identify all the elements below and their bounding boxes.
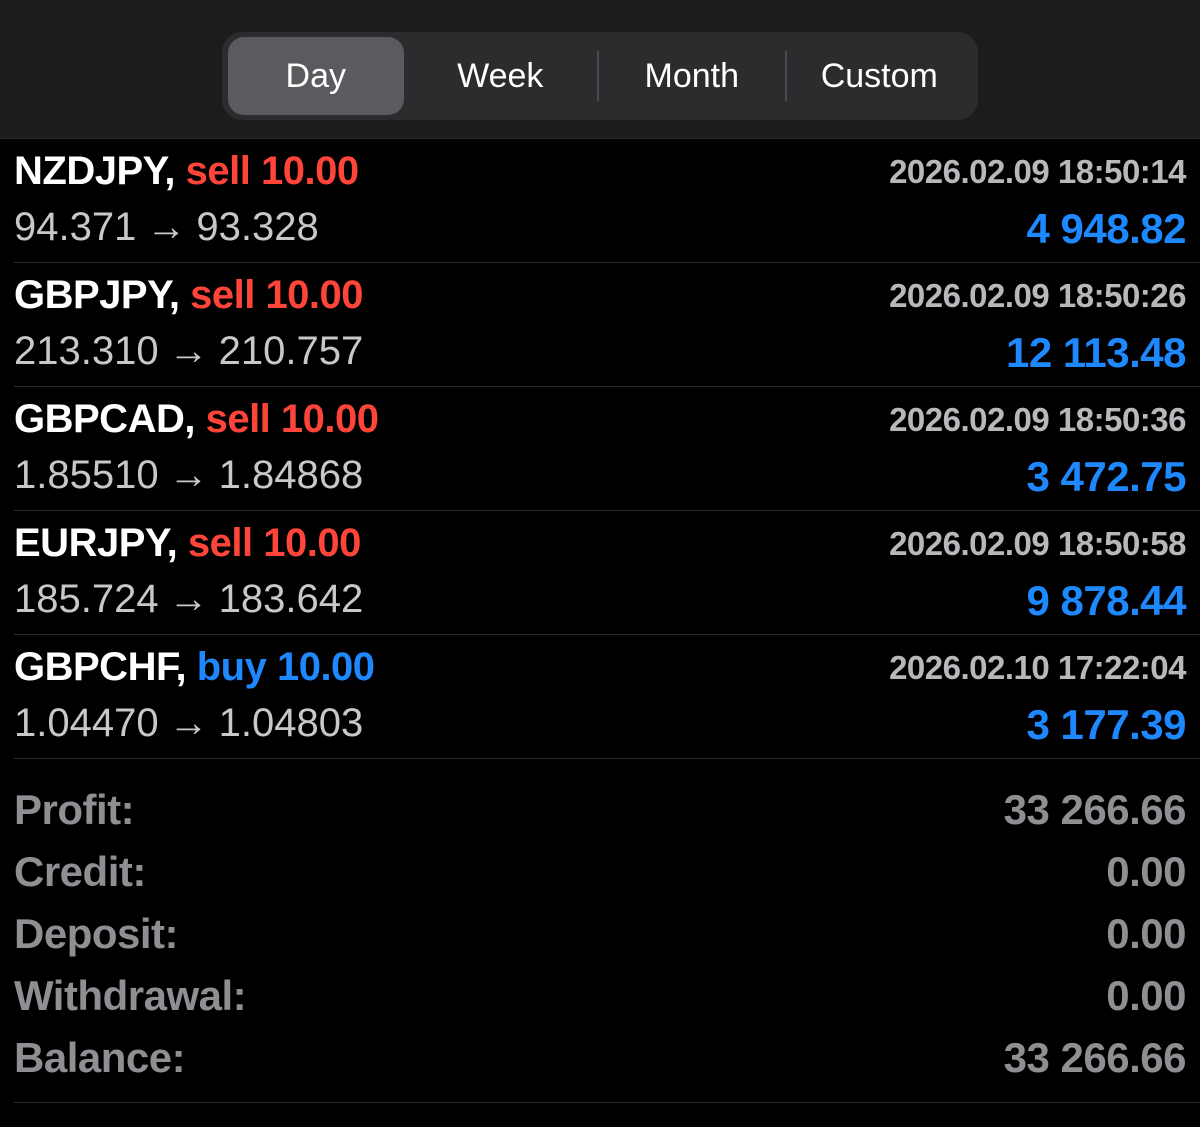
deal-open-price: 1.85510 bbox=[14, 453, 159, 497]
deal-volume: 10.00 bbox=[260, 149, 359, 193]
summary-balance-row: Balance: 33 266.66 bbox=[14, 1028, 1200, 1090]
deal-symbol: GBPCAD, bbox=[14, 397, 195, 441]
summary-profit-value: 33 266.66 bbox=[1003, 786, 1187, 833]
summary-profit-label: Profit: bbox=[14, 786, 135, 833]
deal-close-price: 1.84868 bbox=[218, 453, 364, 497]
deal-volume: 10.00 bbox=[265, 273, 364, 317]
deal-title: EURJPY, sell 10.00 bbox=[14, 521, 361, 566]
deal-volume: 10.00 bbox=[276, 645, 375, 689]
deal-open-price: 213.310 bbox=[14, 329, 159, 373]
deal-prices: 185.724 → 183.642 bbox=[14, 577, 363, 622]
deal-open-price: 1.04470 bbox=[14, 701, 159, 745]
deal-prices: 1.85510 → 1.84868 bbox=[14, 453, 363, 498]
deal-row[interactable]: NZDJPY, sell 10.00 2026.02.09 18:50:14 9… bbox=[14, 139, 1200, 263]
deal-row[interactable]: EURJPY, sell 10.00 2026.02.09 18:50:58 1… bbox=[14, 511, 1200, 635]
deal-time: 2026.02.09 18:50:58 bbox=[889, 525, 1186, 562]
deal-profit: 3 177.39 bbox=[1026, 701, 1187, 748]
deal-prices: 94.371 → 93.328 bbox=[14, 205, 319, 250]
tab-week[interactable]: Week bbox=[404, 37, 597, 115]
account-summary: Profit: 33 266.66 Credit: 0.00 Deposit: … bbox=[14, 780, 1200, 1103]
tab-day[interactable]: Day bbox=[228, 37, 404, 115]
deal-time: 2026.02.10 17:22:04 bbox=[889, 649, 1186, 686]
summary-balance-label: Balance: bbox=[14, 1034, 186, 1081]
deal-close-price: 183.642 bbox=[218, 577, 364, 621]
deal-row[interactable]: GBPCAD, sell 10.00 2026.02.09 18:50:36 1… bbox=[14, 387, 1200, 511]
deal-close-price: 1.04803 bbox=[218, 701, 364, 745]
deal-symbol: GBPCHF, bbox=[14, 645, 187, 689]
deal-volume: 10.00 bbox=[263, 521, 361, 565]
deal-side: sell bbox=[185, 149, 251, 193]
tab-month[interactable]: Month bbox=[599, 37, 785, 115]
summary-withdrawal-value: 0.00 bbox=[1106, 972, 1186, 1019]
deal-title: GBPCHF, buy 10.00 bbox=[14, 645, 375, 690]
arrow-right-icon: → bbox=[146, 205, 187, 249]
arrow-right-icon: → bbox=[168, 329, 209, 373]
summary-deposit-value: 0.00 bbox=[1106, 910, 1186, 957]
summary-credit-label: Credit: bbox=[14, 848, 146, 895]
deal-symbol: EURJPY, bbox=[14, 521, 178, 565]
deal-title: GBPCAD, sell 10.00 bbox=[14, 397, 379, 442]
summary-balance-value: 33 266.66 bbox=[1003, 1034, 1187, 1081]
period-segmented-control: Day Week Month Custom bbox=[222, 32, 978, 120]
deal-time: 2026.02.09 18:50:26 bbox=[889, 277, 1186, 314]
period-header: Day Week Month Custom bbox=[0, 0, 1200, 139]
summary-deposit-row: Deposit: 0.00 bbox=[14, 904, 1200, 966]
summary-credit-value: 0.00 bbox=[1106, 848, 1186, 895]
deal-profit: 3 472.75 bbox=[1026, 453, 1187, 500]
tab-custom[interactable]: Custom bbox=[787, 37, 973, 115]
arrow-right-icon: → bbox=[168, 453, 209, 497]
deal-open-price: 185.724 bbox=[14, 577, 159, 621]
summary-deposit-label: Deposit: bbox=[14, 910, 179, 957]
deal-side: sell bbox=[190, 273, 255, 317]
deal-close-price: 210.757 bbox=[218, 329, 364, 373]
deal-prices: 1.04470 → 1.04803 bbox=[14, 701, 363, 746]
deal-symbol: NZDJPY, bbox=[14, 149, 176, 193]
deal-title: GBPJPY, sell 10.00 bbox=[14, 273, 364, 318]
summary-credit-row: Credit: 0.00 bbox=[14, 842, 1200, 904]
deal-profit: 9 878.44 bbox=[1026, 577, 1187, 624]
deal-prices: 213.310 → 210.757 bbox=[14, 329, 363, 374]
arrow-right-icon: → bbox=[168, 701, 209, 745]
deal-profit: 12 113.48 bbox=[1005, 329, 1187, 376]
deal-close-price: 93.328 bbox=[196, 205, 319, 249]
deal-row[interactable]: GBPCHF, buy 10.00 2026.02.10 17:22:04 1.… bbox=[14, 635, 1200, 759]
deal-open-price: 94.371 bbox=[14, 205, 137, 249]
deal-volume: 10.00 bbox=[280, 397, 379, 441]
deal-row[interactable]: GBPJPY, sell 10.00 2026.02.09 18:50:26 2… bbox=[14, 263, 1200, 387]
deal-time: 2026.02.09 18:50:36 bbox=[889, 401, 1186, 438]
summary-profit-row: Profit: 33 266.66 bbox=[14, 780, 1200, 842]
summary-withdrawal-label: Withdrawal: bbox=[14, 972, 247, 1019]
deal-side: sell bbox=[187, 521, 253, 565]
deal-profit: 4 948.82 bbox=[1026, 205, 1187, 252]
summary-withdrawal-row: Withdrawal: 0.00 bbox=[14, 966, 1200, 1028]
deal-symbol: GBPJPY, bbox=[14, 273, 180, 317]
arrow-right-icon: → bbox=[168, 577, 209, 621]
deal-side: buy bbox=[196, 645, 267, 689]
deals-list: NZDJPY, sell 10.00 2026.02.09 18:50:14 9… bbox=[0, 139, 1200, 759]
deal-time: 2026.02.09 18:50:14 bbox=[889, 153, 1186, 190]
deal-title: NZDJPY, sell 10.00 bbox=[14, 149, 359, 194]
deal-side: sell bbox=[205, 397, 271, 441]
